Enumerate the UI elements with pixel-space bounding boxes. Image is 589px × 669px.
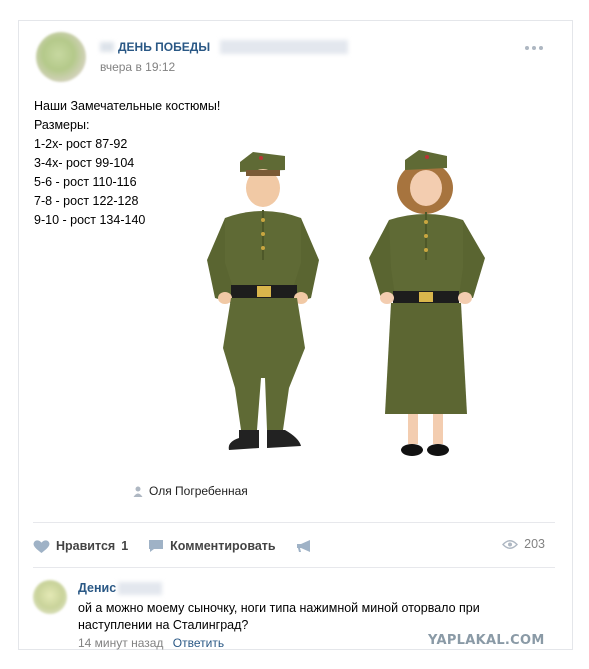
- comment-avatar[interactable]: [33, 580, 67, 614]
- reply-link[interactable]: Ответить: [173, 636, 224, 650]
- tagged-person-name[interactable]: Оля Погребенная: [149, 484, 248, 498]
- comment-text: ой а можно моему сыночку, ноги типа нажи…: [78, 601, 480, 632]
- comment-author[interactable]: Денис: [78, 581, 163, 595]
- post-text-line: 3-4х- рост 99-104: [34, 156, 135, 170]
- post-text-line: 9-10 - рост 134-140: [34, 213, 146, 227]
- blurred-prefix: [100, 42, 114, 52]
- comment-author-name[interactable]: Денис: [78, 581, 116, 595]
- post-text-line: 5-6 - рост 110-116: [34, 175, 137, 189]
- megaphone-icon: [296, 540, 310, 552]
- like-count: 1: [121, 539, 129, 553]
- views-count: 203: [524, 537, 545, 551]
- post-author[interactable]: ДЕНЬ ПОБЕДЫ: [100, 40, 349, 54]
- post-text: Наши Замечательные костюмы! Размеры: 1-2…: [34, 97, 220, 230]
- post-text-line: Размеры:: [34, 118, 90, 132]
- heart-icon: [33, 539, 50, 553]
- watermark: YAPLAKAL.COM: [428, 633, 545, 648]
- divider: [33, 522, 555, 523]
- share-button[interactable]: [296, 539, 313, 553]
- divider: [33, 567, 555, 568]
- girl-figure: [369, 150, 485, 456]
- eye-icon: [502, 539, 519, 549]
- person-icon: [133, 486, 143, 497]
- post-actions: Нравится 1 Комментировать 203: [33, 536, 545, 556]
- boy-figure: [207, 152, 319, 450]
- community-avatar[interactable]: [36, 32, 86, 82]
- blurred-suffix: [220, 40, 349, 54]
- post-text-line: 1-2х- рост 87-92: [34, 137, 128, 151]
- post-text-line: 7-8 - рост 122-128: [34, 194, 139, 208]
- blurred-surname: [118, 581, 163, 595]
- views-counter: 203: [502, 537, 545, 551]
- post-text-line: Наши Замечательные костюмы!: [34, 99, 221, 113]
- post-time[interactable]: вчера в 19:12: [100, 60, 175, 74]
- comment-icon: [149, 540, 164, 552]
- comment-label: Комментировать: [170, 539, 276, 553]
- like-label: Нравится: [56, 539, 116, 553]
- more-options-icon[interactable]: [525, 44, 547, 52]
- photo-tag[interactable]: Оля Погребенная: [133, 484, 248, 498]
- post-author-name[interactable]: ДЕНЬ ПОБЕДЫ: [118, 40, 210, 54]
- like-button[interactable]: Нравится 1: [33, 539, 128, 554]
- comment-time[interactable]: 14 минут назад: [78, 636, 163, 650]
- post-photo[interactable]: [195, 148, 495, 468]
- comment-meta: 14 минут назад Ответить: [78, 636, 224, 650]
- comment-button[interactable]: Комментировать: [148, 539, 276, 553]
